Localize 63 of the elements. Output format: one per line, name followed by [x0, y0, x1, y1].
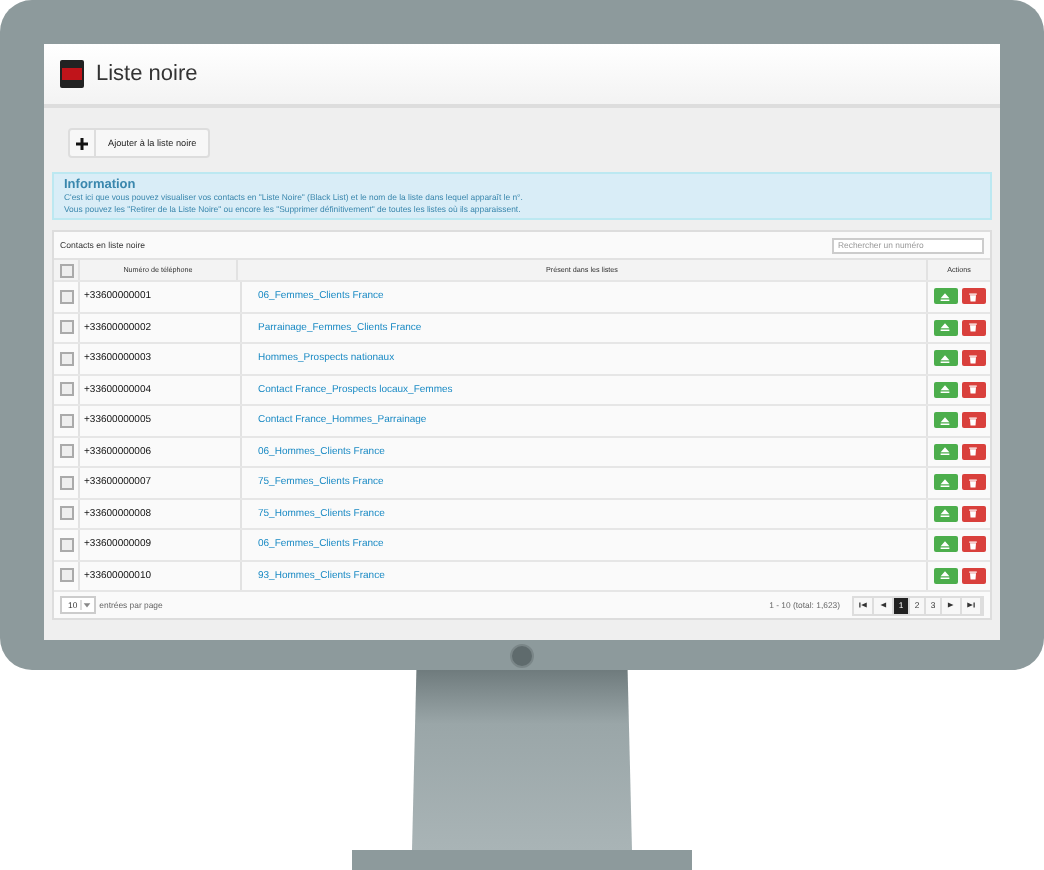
trash-icon	[968, 570, 978, 581]
first-page-button[interactable]	[854, 597, 874, 614]
previous-page-button[interactable]	[874, 597, 894, 614]
page-title: Liste noire	[96, 62, 198, 86]
restore-button[interactable]	[933, 350, 957, 367]
last-page-button[interactable]	[962, 597, 982, 614]
row-checkbox[interactable]	[59, 413, 73, 428]
delete-button[interactable]	[961, 350, 985, 367]
restore-button[interactable]	[933, 319, 957, 336]
last-page-icon	[966, 600, 976, 611]
row-checkbox[interactable]	[59, 568, 73, 583]
row-checkbox[interactable]	[59, 289, 73, 304]
list-logo-icon	[60, 60, 84, 88]
trash-icon	[968, 384, 978, 395]
delete-button[interactable]	[961, 381, 985, 398]
restore-button[interactable]	[933, 505, 957, 522]
row-checkbox[interactable]	[59, 444, 73, 459]
trash-icon	[968, 446, 978, 457]
trash-icon	[968, 508, 978, 519]
trash-icon	[968, 477, 978, 488]
eject-icon	[940, 539, 950, 550]
eject-icon	[940, 291, 950, 302]
eject-icon	[940, 477, 950, 488]
eject-icon	[940, 415, 950, 426]
next-icon	[946, 600, 956, 611]
delete-button[interactable]	[961, 505, 985, 522]
delete-button[interactable]	[961, 536, 985, 553]
delete-button[interactable]	[961, 567, 985, 584]
restore-button[interactable]	[933, 381, 957, 398]
trash-icon	[968, 322, 978, 333]
row-checkbox[interactable]	[59, 382, 73, 397]
previous-icon	[878, 600, 888, 611]
delete-button[interactable]	[961, 412, 985, 429]
eject-icon	[940, 508, 950, 519]
trash-icon	[968, 415, 978, 426]
restore-button[interactable]	[933, 536, 957, 553]
eject-icon	[940, 570, 950, 581]
eject-icon	[940, 353, 950, 364]
delete-button[interactable]	[961, 319, 985, 336]
row-checkbox[interactable]	[59, 320, 73, 335]
next-page-button[interactable]	[942, 597, 962, 614]
restore-button[interactable]	[933, 443, 957, 460]
eject-icon	[940, 384, 950, 395]
restore-button[interactable]	[933, 474, 957, 491]
trash-icon	[968, 539, 978, 550]
caret-icon	[79, 600, 92, 611]
eject-icon	[940, 446, 950, 457]
delete-button[interactable]	[961, 443, 985, 460]
delete-button[interactable]	[961, 474, 985, 491]
row-checkbox[interactable]	[59, 351, 73, 366]
trash-icon	[968, 291, 978, 302]
eject-icon	[940, 322, 950, 333]
row-checkbox[interactable]	[59, 475, 73, 490]
select-all-checkbox[interactable]	[59, 263, 73, 278]
first-page-icon	[858, 600, 868, 611]
delete-button[interactable]	[961, 288, 985, 305]
restore-button[interactable]	[933, 567, 957, 584]
restore-button[interactable]	[933, 288, 957, 305]
plus-icon	[76, 137, 88, 149]
restore-button[interactable]	[933, 412, 957, 429]
row-checkbox[interactable]	[59, 506, 73, 521]
trash-icon	[968, 353, 978, 364]
row-checkbox[interactable]	[59, 537, 73, 552]
